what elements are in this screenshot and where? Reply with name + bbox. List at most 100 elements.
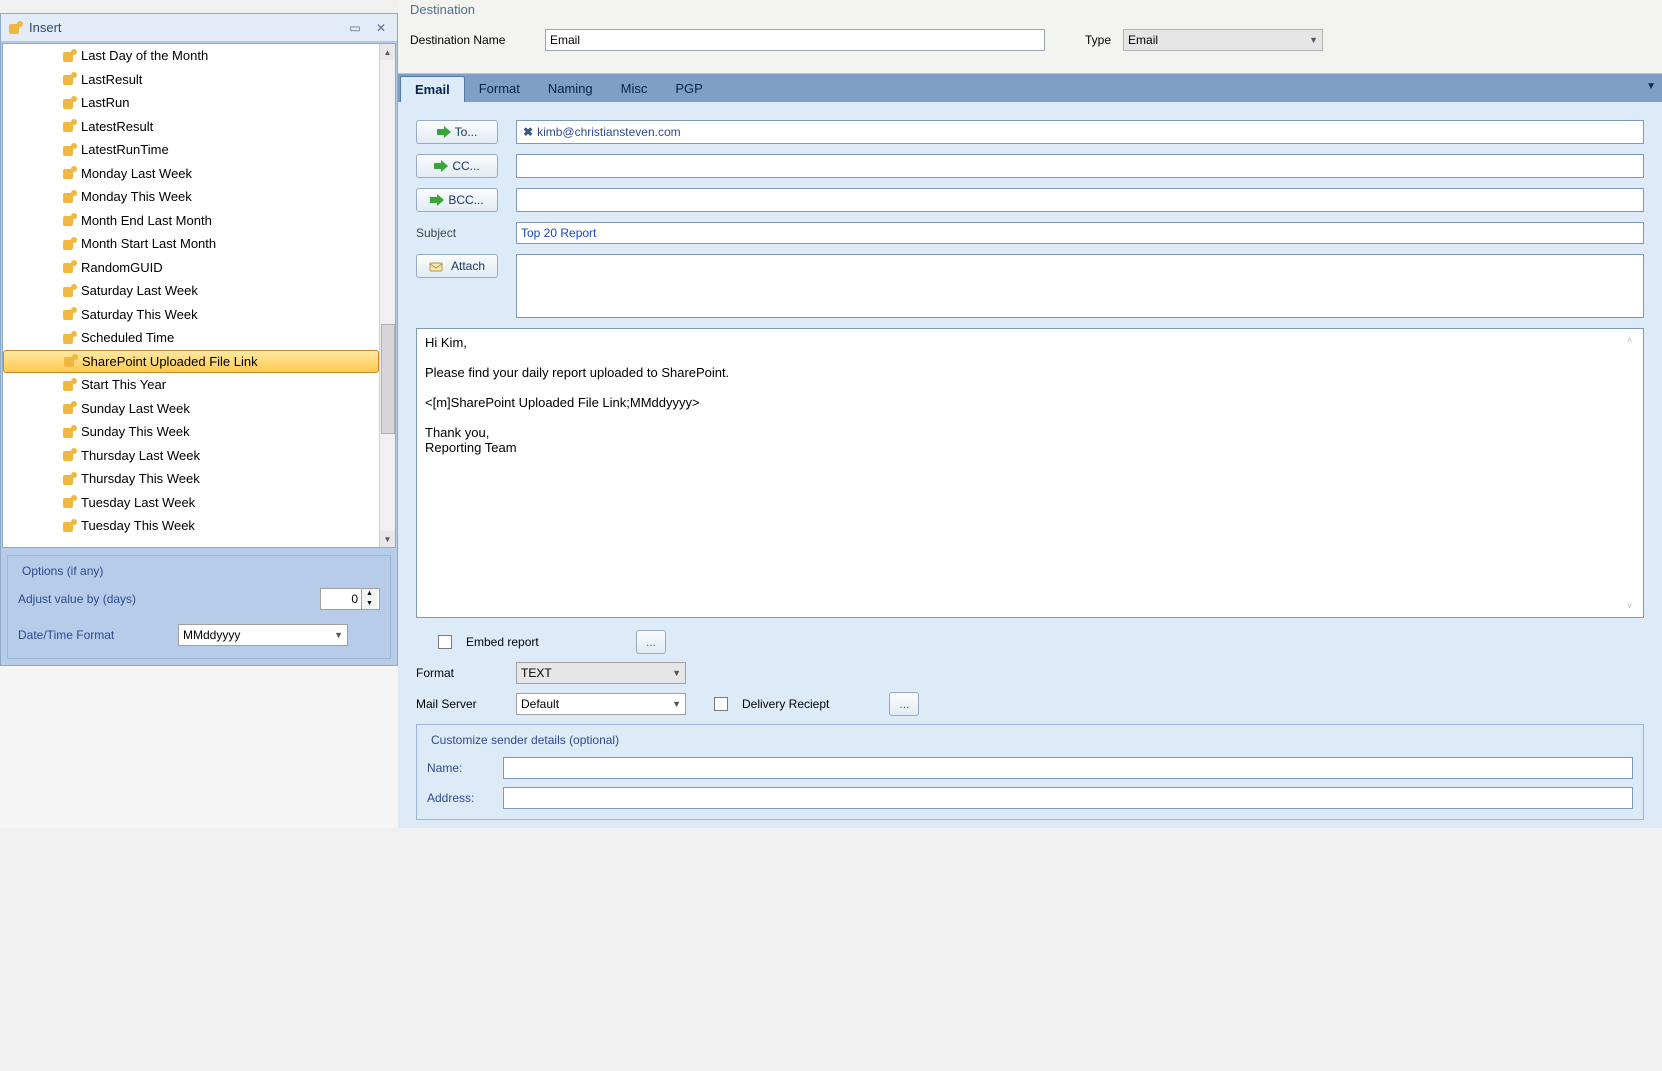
- insert-item[interactable]: RandomGUID: [3, 256, 379, 280]
- datetime-format-combo[interactable]: MMddyyyy ▼: [178, 624, 348, 646]
- insert-item[interactable]: Tuesday This Week: [3, 514, 379, 538]
- destination-header: Destination Destination Name Type Email …: [398, 0, 1662, 74]
- insert-item-label: Sunday Last Week: [81, 401, 190, 416]
- bcc-button-label: BCC...: [448, 193, 483, 207]
- chevron-down-icon: ▼: [672, 668, 681, 678]
- puzzle-icon: [61, 330, 77, 346]
- insert-item-label: Scheduled Time: [81, 330, 174, 345]
- insert-item[interactable]: LatestRunTime: [3, 138, 379, 162]
- insert-item[interactable]: LastRun: [3, 91, 379, 115]
- cc-button-label: CC...: [452, 159, 479, 173]
- insert-title: Insert: [29, 20, 339, 35]
- mail-server-combo[interactable]: Default ▼: [516, 693, 686, 715]
- insert-item[interactable]: Month Start Last Month: [3, 232, 379, 256]
- insert-item[interactable]: LatestResult: [3, 115, 379, 139]
- puzzle-icon: [7, 20, 23, 36]
- insert-item-label: SharePoint Uploaded File Link: [82, 354, 258, 369]
- insert-item[interactable]: Scheduled Time: [3, 326, 379, 350]
- spin-down-icon[interactable]: ▼: [362, 599, 377, 609]
- insert-item-label: Tuesday This Week: [81, 518, 195, 533]
- insert-list-container: Last Day of the Month LastResult LastRun La…: [2, 43, 396, 548]
- tab-format[interactable]: Format: [465, 76, 534, 102]
- insert-item-label: Thursday This Week: [81, 471, 200, 486]
- destination-name-input[interactable]: [545, 29, 1045, 51]
- scrollbar[interactable]: ▲ ▼: [379, 44, 395, 547]
- tab-pgp[interactable]: PGP: [661, 76, 716, 102]
- insert-item[interactable]: Saturday Last Week: [3, 279, 379, 303]
- insert-item-label: Monday This Week: [81, 189, 192, 204]
- mail-server-options-button[interactable]: ...: [889, 692, 919, 716]
- bcc-button[interactable]: BCC...: [416, 188, 498, 212]
- embed-options-button[interactable]: ...: [636, 630, 666, 654]
- sender-address-input[interactable]: [503, 787, 1633, 809]
- attach-area[interactable]: [516, 254, 1644, 318]
- insert-item-label: Monday Last Week: [81, 166, 192, 181]
- datetime-format-value: MMddyyyy: [183, 628, 240, 642]
- insert-item[interactable]: Monday This Week: [3, 185, 379, 209]
- tab-misc[interactable]: Misc: [607, 76, 662, 102]
- scroll-up-icon[interactable]: ▲: [380, 44, 395, 60]
- insert-item[interactable]: LastResult: [3, 68, 379, 92]
- delivery-receipt-checkbox[interactable]: [714, 697, 728, 711]
- to-input[interactable]: ✖ kimb@christiansteven.com: [516, 120, 1644, 144]
- spin-up-icon[interactable]: ▲: [362, 589, 377, 599]
- puzzle-icon: [61, 306, 77, 322]
- insert-item-label: Last Day of the Month: [81, 48, 208, 63]
- options-group: Options (if any) Adjust value by (days) …: [7, 555, 391, 659]
- insert-item[interactable]: Saturday This Week: [3, 303, 379, 327]
- insert-item[interactable]: Tuesday Last Week: [3, 491, 379, 515]
- insert-item-label: LastRun: [81, 95, 129, 110]
- tab-naming[interactable]: Naming: [534, 76, 607, 102]
- tab-email[interactable]: Email: [400, 76, 465, 102]
- insert-item[interactable]: Thursday This Week: [3, 467, 379, 491]
- sender-name-input[interactable]: [503, 757, 1633, 779]
- tab-overflow-icon[interactable]: ▼: [1646, 81, 1656, 92]
- adjust-value-input[interactable]: [321, 591, 361, 607]
- minimize-icon[interactable]: ▭: [345, 20, 365, 36]
- insert-item[interactable]: Start This Year: [3, 373, 379, 397]
- adjust-value-spinner[interactable]: ▲ ▼: [320, 588, 380, 610]
- insert-item[interactable]: Sunday This Week: [3, 420, 379, 444]
- options-title: Options (if any): [18, 564, 107, 578]
- scroll-down-icon[interactable]: ˅: [1627, 601, 1641, 611]
- puzzle-icon: [61, 236, 77, 252]
- attach-button[interactable]: Attach: [416, 254, 498, 278]
- insert-item[interactable]: SharePoint Uploaded File Link: [3, 350, 379, 374]
- insert-item[interactable]: Thursday Last Week: [3, 444, 379, 468]
- destination-group-title: Destination: [410, 2, 1650, 17]
- puzzle-icon: [61, 424, 77, 440]
- subject-input[interactable]: [516, 222, 1644, 244]
- format-combo[interactable]: TEXT ▼: [516, 662, 686, 684]
- remove-recipient-icon[interactable]: ✖: [523, 125, 533, 139]
- puzzle-icon: [61, 95, 77, 111]
- to-button[interactable]: To...: [416, 120, 498, 144]
- insert-item[interactable]: Monday Last Week: [3, 162, 379, 186]
- chevron-down-icon: ▼: [334, 630, 343, 640]
- message-body[interactable]: Hi Kim, Please find your daily report up…: [416, 328, 1644, 618]
- scroll-thumb[interactable]: [381, 324, 395, 434]
- scroll-up-icon[interactable]: ˄: [1627, 335, 1641, 345]
- mail-server-label: Mail Server: [416, 697, 506, 711]
- attach-button-label: Attach: [451, 259, 485, 273]
- insert-item[interactable]: Last Day of the Month: [3, 44, 379, 68]
- scroll-down-icon[interactable]: ▼: [380, 531, 395, 547]
- destination-type-combo[interactable]: Email ▼: [1123, 29, 1323, 51]
- puzzle-icon: [61, 189, 77, 205]
- cc-button[interactable]: CC...: [416, 154, 498, 178]
- insert-item[interactable]: Month End Last Month: [3, 209, 379, 233]
- tab-strip: EmailFormatNamingMiscPGP ▼: [398, 74, 1662, 102]
- puzzle-icon: [61, 48, 77, 64]
- close-icon[interactable]: ✕: [371, 20, 391, 36]
- body-scrollbar[interactable]: ˄˅: [1627, 335, 1641, 611]
- cc-input[interactable]: [516, 154, 1644, 178]
- attach-icon: [429, 260, 443, 272]
- insert-item-label: LatestRunTime: [81, 142, 169, 157]
- embed-report-checkbox[interactable]: [438, 635, 452, 649]
- bcc-input[interactable]: [516, 188, 1644, 212]
- embed-report-label: Embed report: [466, 635, 626, 649]
- arrow-right-icon: [430, 195, 444, 205]
- puzzle-icon: [61, 400, 77, 416]
- to-button-label: To...: [455, 125, 478, 139]
- insert-item[interactable]: Sunday Last Week: [3, 397, 379, 421]
- puzzle-icon: [61, 118, 77, 134]
